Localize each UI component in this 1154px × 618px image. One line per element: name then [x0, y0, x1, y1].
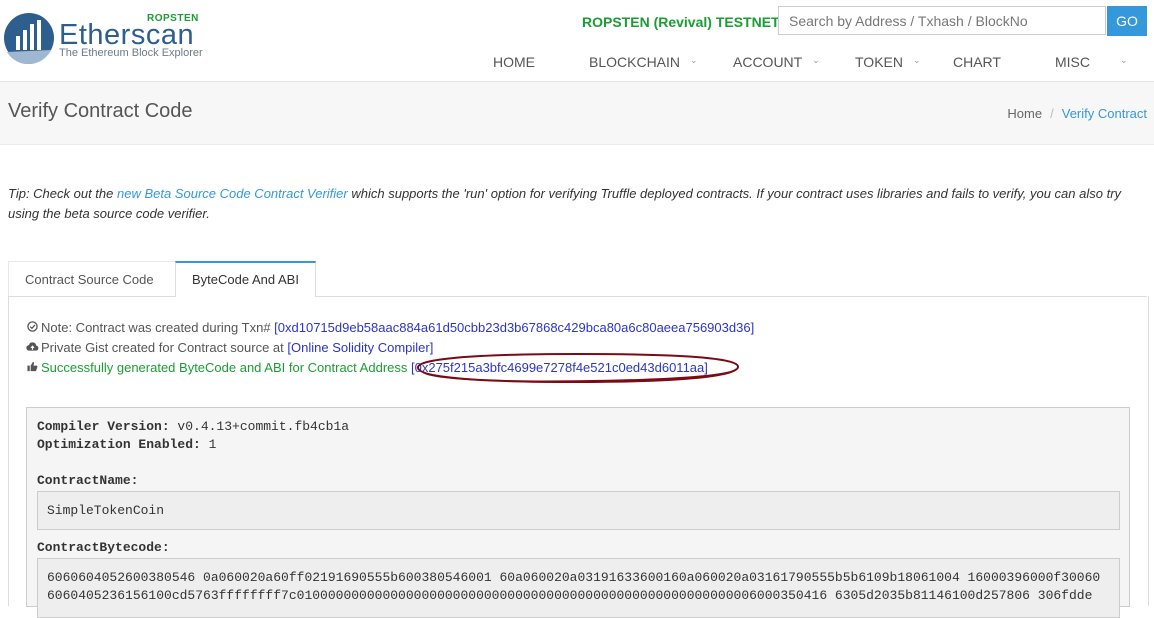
gist-note-label: Private Gist created for Contract source… [41, 340, 288, 355]
contract-name-field[interactable]: SimpleTokenCoin [37, 491, 1120, 530]
tab-bar: Contract Source Code ByteCode And ABI [8, 261, 1147, 297]
beta-verifier-link[interactable]: new Beta Source Code Contract Verifier [117, 186, 348, 201]
page-title-bar: Verify Contract Code Home / Verify Contrac… [0, 82, 1154, 145]
nav-blockchain[interactable]: BLOCKCHAIN ⌄ [589, 54, 698, 70]
nav-misc[interactable]: MISC ⌄ [1055, 54, 1128, 70]
breadcrumb-current[interactable]: Verify Contract [1062, 106, 1147, 121]
contract-bytecode-label: ContractBytecode: [37, 540, 170, 555]
breadcrumb-separator: / [1050, 106, 1054, 121]
etherscan-logo[interactable]: Etherscan ROPSTEN The Ethereum Block Exp… [3, 10, 213, 70]
page-title: Verify Contract Code [8, 100, 193, 122]
success-note-label: Successfully generated ByteCode and ABI … [41, 360, 411, 375]
nav-misc-label: MISC [1055, 54, 1090, 70]
tip-prefix: Tip: Check out the [8, 186, 117, 201]
nav-home[interactable]: HOME [493, 54, 535, 70]
contract-name-value: SimpleTokenCoin [47, 503, 165, 518]
site-header: Etherscan ROPSTEN The Ethereum Block Exp… [0, 0, 1154, 82]
breadcrumb-home[interactable]: Home [1007, 106, 1042, 121]
nav-token[interactable]: TOKEN ⌄ [855, 54, 921, 70]
optimization-row: Optimization Enabled: 1 [37, 437, 216, 452]
contract-address-link[interactable]: [0x275f215a3bfc4699e7278f4e521c0ed43d601… [411, 360, 708, 375]
nav-chart-label: CHART [953, 54, 1001, 70]
cloud-upload-icon [26, 341, 39, 355]
txn-hash-link[interactable]: [0xd10715d9eb58aac884a61d50cbb23d3b67868… [274, 320, 754, 335]
tab-contract-source-code[interactable]: Contract Source Code [8, 261, 176, 296]
logo-network: ROPSTEN [147, 13, 199, 24]
testnet-label: ROPSTEN (Revival) TESTNET [582, 14, 780, 30]
optimization-label: Optimization Enabled: [37, 437, 201, 452]
compiler-version-label: Compiler Version: [37, 419, 170, 434]
nav-token-label: TOKEN [855, 54, 903, 70]
chevron-down-icon: ⌄ [912, 55, 921, 65]
bytecode-line: 6060604052600380546 0a060020a60ff0219169… [47, 570, 1101, 585]
chevron-down-icon: ⌄ [690, 55, 698, 65]
tip-text: Tip: Check out the new Beta Source Code … [8, 184, 1144, 224]
search-input[interactable] [778, 6, 1106, 35]
check-circle-icon [26, 321, 38, 335]
contract-bytecode-field[interactable]: 6060604052600380546 0a060020a60ff0219169… [37, 558, 1120, 618]
chevron-down-icon: ⌄ [1120, 55, 1128, 65]
nav-account-label: ACCOUNT [733, 54, 803, 70]
tab-bytecode-and-abi[interactable]: ByteCode And ABI [175, 261, 316, 297]
nav-home-label: HOME [493, 54, 535, 70]
gist-note: Private Gist created for Contract source… [26, 340, 433, 355]
etherscan-logo-icon [4, 13, 54, 64]
breadcrumb: Home / Verify Contract [1007, 106, 1147, 121]
txn-note: Note: Contract was created during Txn# [… [26, 320, 754, 335]
chevron-down-icon: ⌄ [812, 55, 820, 65]
bytecode-line: 6060405236156100cd5763ffffffff7c01000000… [47, 588, 1093, 603]
compiler-version-row: Compiler Version: v0.4.13+commit.fb4cb1a [37, 419, 349, 434]
thumbs-up-icon [26, 361, 38, 375]
success-note: Successfully generated ByteCode and ABI … [26, 360, 708, 375]
nav-chart[interactable]: CHART [953, 54, 1001, 70]
compiler-output-box: Compiler Version: v0.4.13+commit.fb4cb1a… [26, 407, 1130, 618]
txn-note-label: Note: Contract was created during Txn# [41, 320, 275, 335]
compiler-version-value: v0.4.13+commit.fb4cb1a [169, 419, 350, 434]
nav-blockchain-label: BLOCKCHAIN [589, 54, 681, 70]
optimization-value: 1 [200, 437, 217, 452]
go-button[interactable]: GO [1107, 6, 1147, 36]
logo-tagline: The Ethereum Block Explorer [59, 47, 203, 59]
nav-account[interactable]: ACCOUNT ⌄ [733, 54, 820, 70]
contract-name-label: ContractName: [37, 473, 139, 488]
online-solidity-compiler-link[interactable]: [Online Solidity Compiler] [287, 340, 433, 355]
